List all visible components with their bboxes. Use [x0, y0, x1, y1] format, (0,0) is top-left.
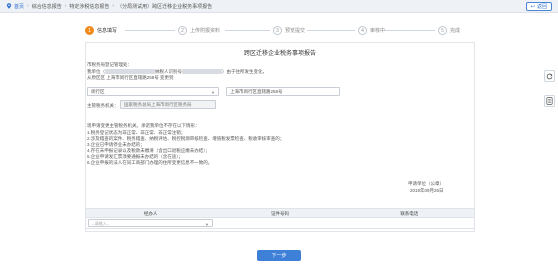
document-button[interactable]: [544, 95, 555, 107]
authority-field: 国家税务总局上海市闵行区税务局: [120, 100, 216, 109]
report-form: 跨区迁移企业税务事项报告 市税务局登记管理处： 我单位（ 纳税人识别号 ）由于住所发…: [85, 42, 475, 232]
chevron-down-icon: ▼: [211, 90, 215, 95]
back-icon: ↩: [530, 3, 535, 10]
redacted-tax-id: [182, 69, 222, 75]
address-input[interactable]: 上海市闵行区直辖路258号: [226, 87, 340, 96]
breadcrumb-home[interactable]: 首页: [14, 3, 24, 10]
applicant-table: 经办人 证件号码 联系电话 --请输入-- ▼: [85, 208, 475, 229]
top-bar: 首页 › 综合信息报告 › 特定涉税信息报告 › （分局测试用）跨区迁移企业税务…: [0, 0, 558, 13]
step-preview: 3 预览提交: [273, 26, 305, 35]
signature-label: 申请单位（公章）: [408, 181, 444, 186]
table-row: --请输入-- ▼: [85, 218, 475, 229]
column-header-agent: 经办人: [143, 211, 158, 216]
address-change-line: 从原区区 上海市闵行区直辖路258号 变更到: [87, 75, 174, 80]
authority-label: 主管税务机关：: [87, 103, 119, 108]
back-button[interactable]: ↩ 返回: [525, 2, 552, 11]
district-select[interactable]: 闵行区 ▼: [87, 87, 219, 96]
intro-text: 现申请变更主管税务机关。承诺我单位不存在以下情形：: [87, 123, 200, 128]
progress-steps: 1 信息填写 2 上传附报资料 3 预览提交 4 审核中 5 完成: [85, 26, 475, 38]
column-header-id: 证件号码: [270, 211, 289, 216]
step-fill-info: 1 信息填写: [85, 26, 117, 35]
refresh-button[interactable]: [544, 70, 555, 82]
id-number-cell[interactable]: [215, 218, 344, 228]
breadcrumb-item[interactable]: 特定涉税信息报告: [69, 3, 109, 10]
breadcrumb-current: （分局测试用）跨区迁移企业税务事项报告: [117, 3, 213, 10]
next-button[interactable]: 下一步: [257, 250, 301, 261]
breadcrumb-item[interactable]: 综合信息报告: [32, 3, 62, 10]
column-header-phone: 联系电话: [400, 211, 419, 216]
refresh-icon: [546, 73, 553, 79]
breadcrumb: 首页 › 综合信息报告 › 特定涉税信息报告 › （分局测试用）跨区迁移企业税务…: [6, 3, 212, 10]
step-complete: 5 完成: [438, 26, 460, 35]
condition-item: 6.企业申报的法人在同工商部门办理的住所变更信息不一致的。: [87, 160, 213, 165]
table-header: 经办人 证件号码 联系电话: [85, 208, 475, 218]
redacted-name: [105, 69, 155, 75]
addressee: 市税务局登记管理处：: [87, 62, 132, 67]
step-review: 4 审核中: [358, 26, 385, 35]
report-date: 2019年09月26日: [410, 188, 444, 193]
location-icon: [6, 3, 12, 9]
agent-select[interactable]: --请输入-- ▼: [88, 219, 213, 227]
doc-title: 跨区迁移企业税务事项报告: [243, 51, 316, 57]
chevron-down-icon: ▼: [205, 222, 209, 227]
document-icon: [546, 97, 553, 105]
phone-cell[interactable]: [345, 218, 474, 228]
step-upload: 2 上传附报资料: [178, 26, 220, 35]
